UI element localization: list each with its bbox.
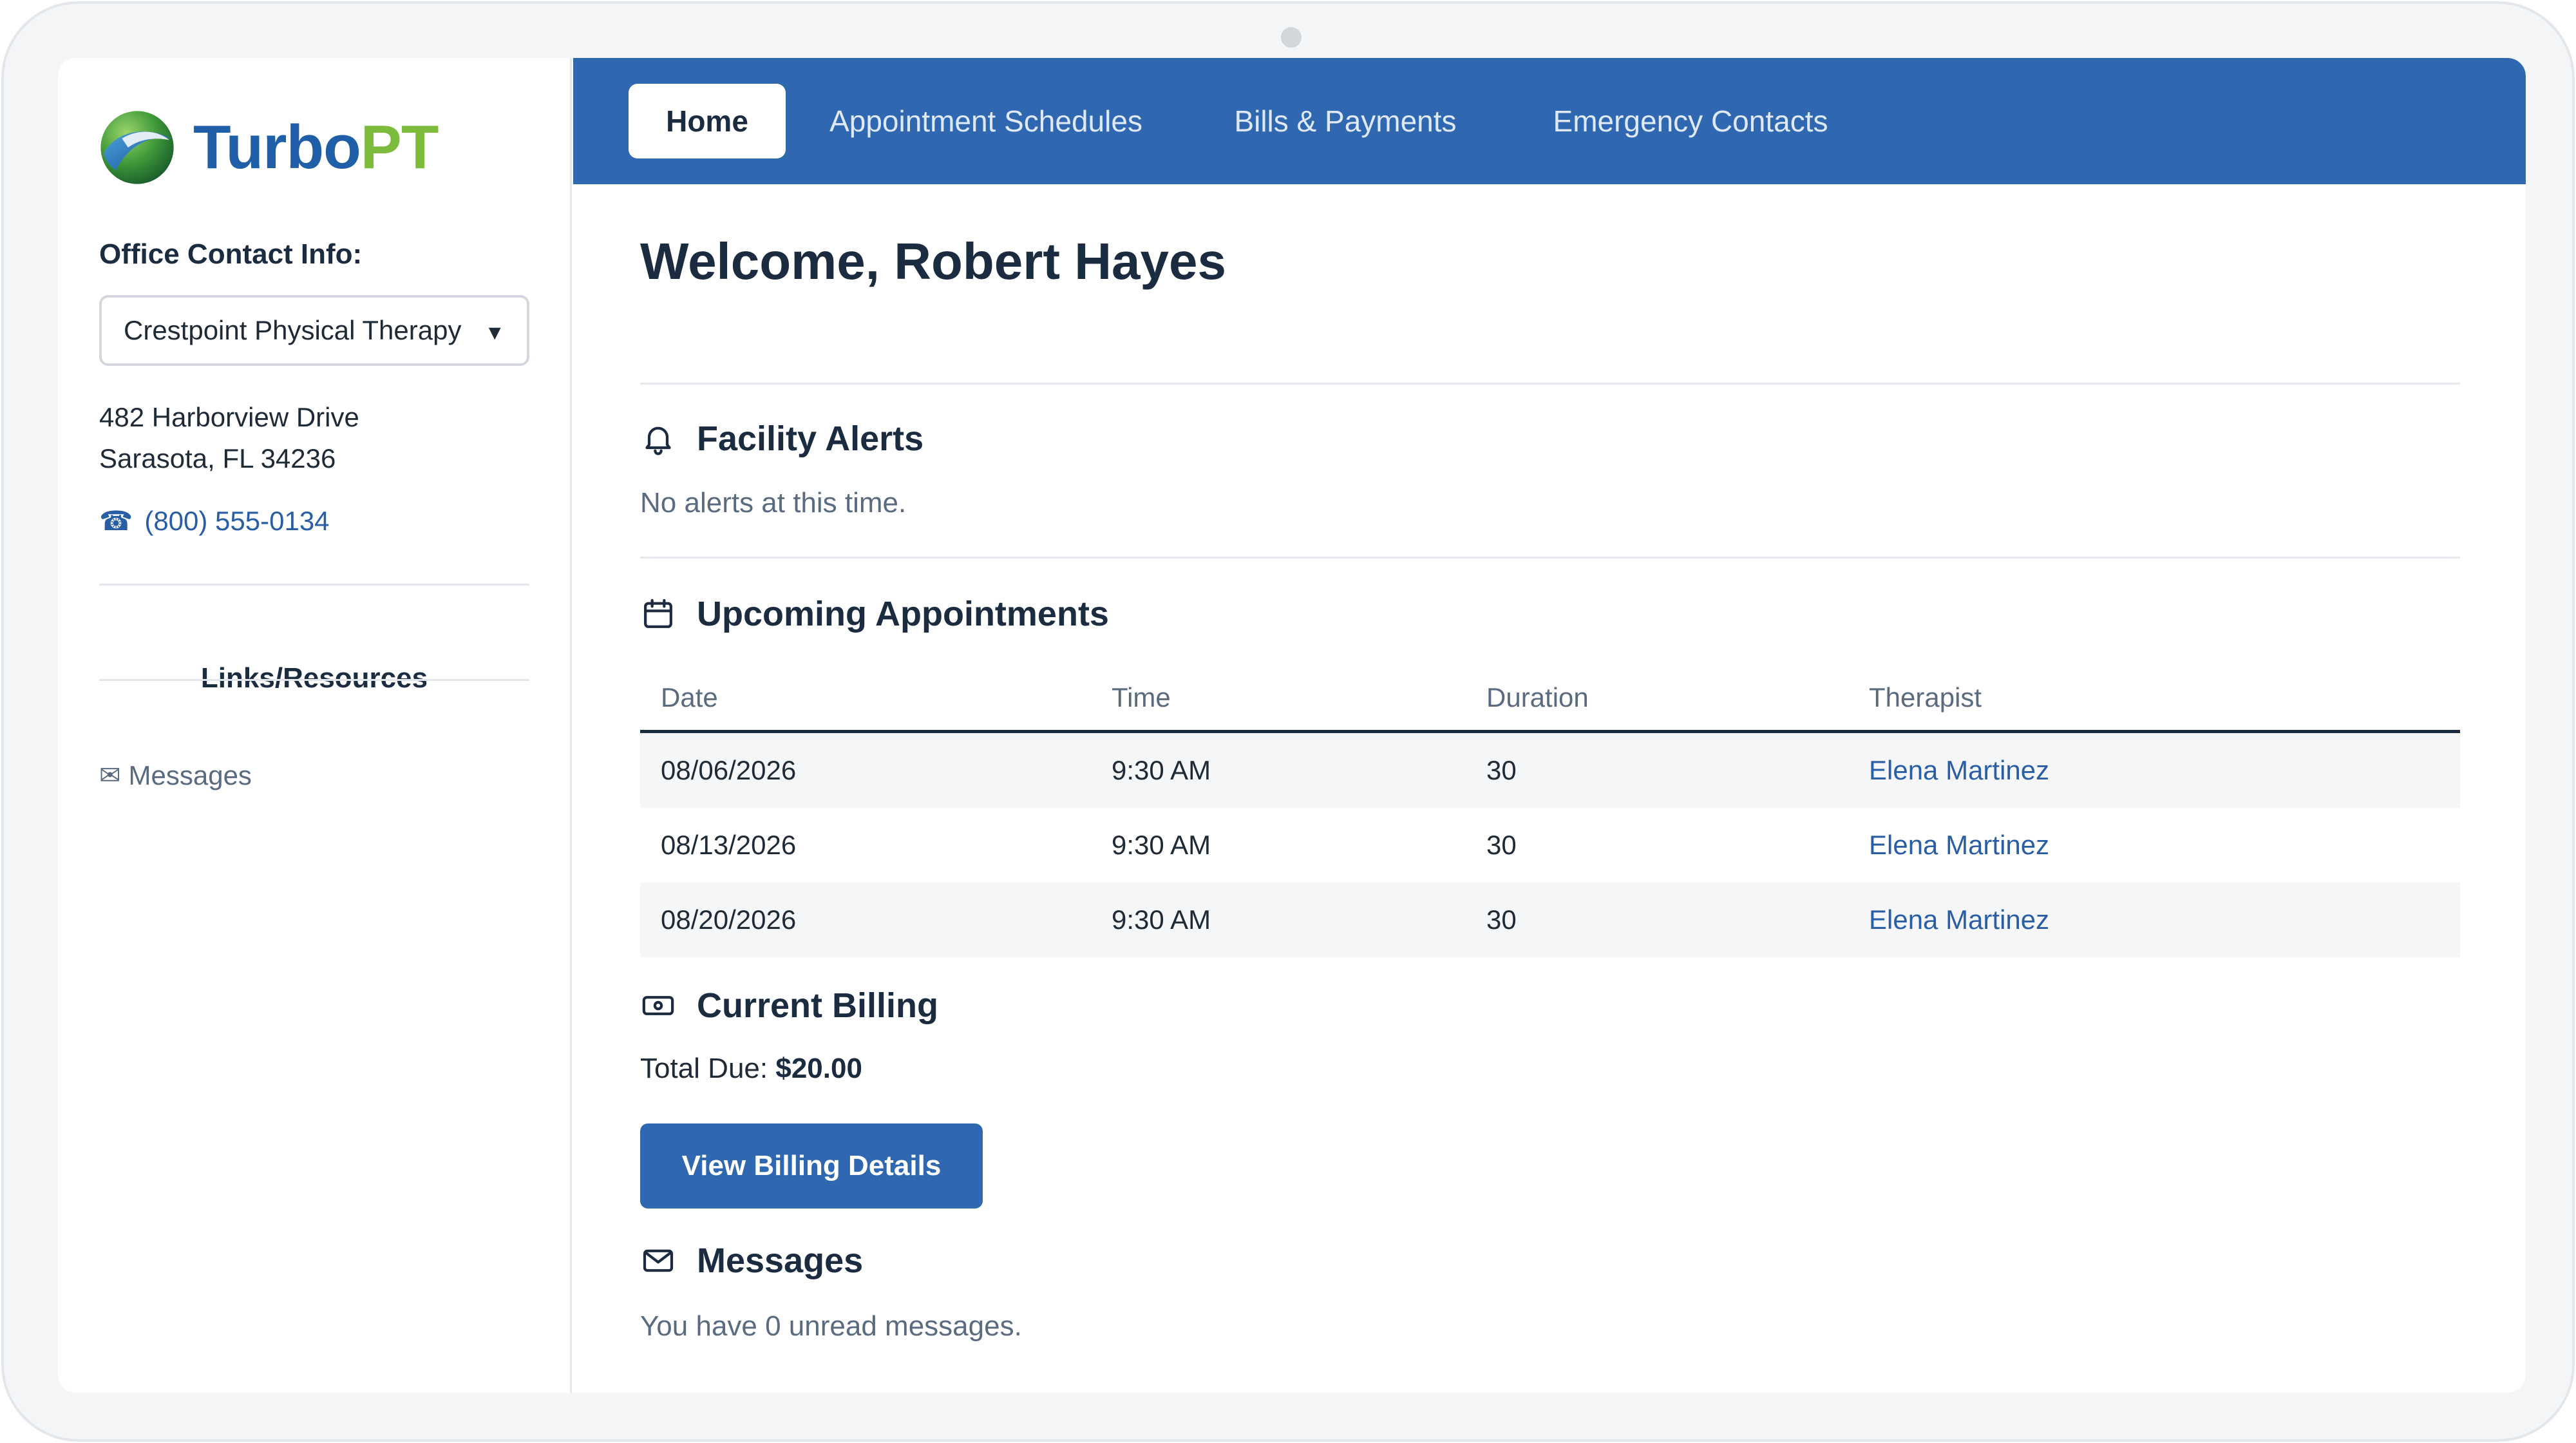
appointments-table: Date Time Duration Therapist 08/06/2026 …: [640, 665, 2460, 957]
cell-time: 9:30 AM: [1112, 755, 1211, 785]
tab-appointment-schedules[interactable]: Appointment Schedules: [815, 84, 1157, 158]
office-phone-link[interactable]: ☎ (800) 555-0134: [99, 505, 330, 537]
cell-duration: 30: [1486, 830, 1517, 860]
links-resources-title: Links/Resources: [200, 662, 428, 694]
office-contact-label: Office Contact Info:: [99, 238, 363, 270]
facility-alerts-text: No alerts at this time.: [640, 487, 907, 519]
billing-header: Current Billing: [640, 986, 938, 1026]
divider: [99, 679, 529, 681]
total-due-label: Total Due:: [640, 1053, 768, 1084]
address-line-1: 482 Harborview Drive: [99, 402, 359, 432]
messages-title: Messages: [697, 1241, 864, 1280]
messages-header: Messages: [640, 1241, 863, 1281]
cell-time: 9:30 AM: [1112, 830, 1211, 860]
therapist-link[interactable]: Elena Martinez: [1869, 755, 2460, 786]
table-header: Date Time Duration Therapist: [640, 665, 2460, 733]
appointments-title: Upcoming Appointments: [697, 595, 1109, 633]
money-icon: [642, 996, 674, 1015]
facility-alerts-header: Facility Alerts: [640, 419, 923, 459]
table-row: 08/20/2026 9:30 AM 30 Elena Martinez: [640, 883, 2460, 957]
bell-icon: [645, 426, 671, 455]
main-content: Welcome, Robert Hayes Facility Alerts No…: [573, 184, 2526, 1393]
cell-date: 08/20/2026: [661, 904, 797, 935]
column-header-date: Date: [661, 682, 718, 712]
office-select-value: Crestpoint Physical Therapy: [124, 315, 462, 345]
facility-alerts-title: Facility Alerts: [697, 419, 924, 458]
brand-name: TurboPT: [193, 113, 439, 182]
page-title: Welcome, Robert Hayes: [640, 233, 1226, 290]
column-header-duration: Duration: [1486, 682, 1589, 712]
cell-duration: 30: [1486, 904, 1517, 935]
calendar-icon: [644, 598, 672, 628]
table-row: 08/06/2026 9:30 AM 30 Elena Martinez: [640, 733, 2460, 808]
caret-down-icon: ▼: [484, 321, 505, 344]
tab-bills-payments[interactable]: Bills & Payments: [1225, 84, 1466, 158]
envelope-icon: ✉: [99, 761, 121, 790]
office-select[interactable]: Crestpoint Physical Therapy ▼: [99, 295, 529, 366]
appointments-header: Upcoming Appointments: [640, 594, 1109, 634]
column-header-time: Time: [1112, 682, 1171, 712]
phone-number: (800) 555-0134: [144, 505, 330, 536]
divider: [640, 557, 2460, 559]
billing-title: Current Billing: [697, 986, 938, 1025]
billing-total: Total Due: $20.00: [640, 1053, 862, 1085]
column-header-therapist: Therapist: [1869, 682, 1982, 712]
tab-emergency-contacts[interactable]: Emergency Contacts: [1544, 84, 1837, 158]
brand-logo[interactable]: TurboPT: [99, 110, 439, 186]
sidebar-link-label: Messages: [128, 760, 252, 790]
cell-time: 9:30 AM: [1112, 904, 1211, 935]
cell-date: 08/06/2026: [661, 755, 797, 785]
messages-text: You have 0 unread messages.: [640, 1310, 1022, 1342]
app-screen: TurboPT Office Contact Info: Crestpoint …: [58, 58, 2526, 1393]
sidebar-link-messages[interactable]: ✉ Messages: [99, 760, 252, 791]
address-line-2: Sarasota, FL 34236: [99, 443, 336, 473]
envelope-icon: [643, 1249, 674, 1272]
sidebar: TurboPT Office Contact Info: Crestpoint …: [58, 58, 572, 1393]
divider: [640, 383, 2460, 385]
divider: [99, 584, 529, 586]
view-billing-details-button[interactable]: View Billing Details: [640, 1123, 983, 1209]
total-due-amount: $20.00: [775, 1053, 862, 1084]
top-nav: Home Appointment Schedules Bills & Payme…: [573, 58, 2526, 184]
therapist-link[interactable]: Elena Martinez: [1869, 830, 2460, 861]
turbopt-logo-icon: [100, 111, 174, 184]
camera-dot: [1281, 27, 1302, 48]
tab-home[interactable]: Home: [629, 84, 786, 158]
office-address: 482 Harborview Drive Sarasota, FL 34236: [99, 397, 359, 479]
therapist-link[interactable]: Elena Martinez: [1869, 904, 2460, 935]
phone-icon: ☎: [99, 506, 133, 536]
table-row: 08/13/2026 9:30 AM 30 Elena Martinez: [640, 808, 2460, 883]
cell-duration: 30: [1486, 755, 1517, 785]
device-frame: TurboPT Office Contact Info: Crestpoint …: [1, 1, 2575, 1442]
cell-date: 08/13/2026: [661, 830, 797, 860]
